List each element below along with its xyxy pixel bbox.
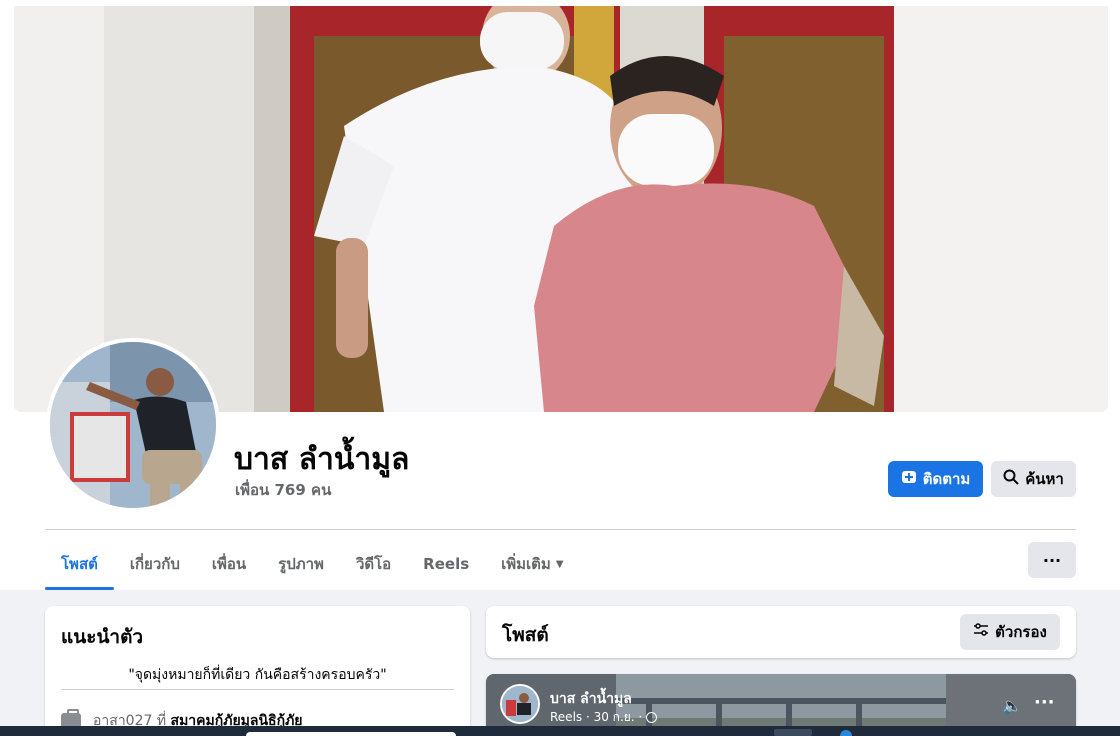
tab-friends-label: เพื่อน [211,555,247,573]
taskbar-app[interactable] [774,729,812,736]
tab-videos[interactable]: วิดีโอ [340,540,407,588]
filter-label: ตัวกรอง [995,623,1047,641]
search-label: ค้นหา [1025,470,1064,488]
tab-posts[interactable]: โพสต์ [45,540,114,590]
filter-button[interactable]: ตัวกรอง [960,614,1060,650]
more-options-button[interactable]: ··· [1028,542,1076,578]
globe-icon [646,712,658,723]
tab-reels[interactable]: Reels [407,540,485,588]
friends-count[interactable]: เพื่อน 769 คน [235,478,331,502]
tab-reels-label: Reels [423,555,470,573]
sliders-icon [973,623,989,641]
tab-posts-label: โพสต์ [61,555,98,573]
profile-avatar[interactable] [46,338,220,512]
posts-title: โพสต์ [502,624,549,646]
speaker-muted-icon[interactable]: 🔈 [1002,696,1022,715]
header-divider [45,529,1076,530]
profile-name: บาส ลำน้ำมูล [234,442,410,477]
reel-more-options-icon[interactable]: ··· [1034,692,1055,713]
tab-videos-label: วิดีโอ [355,555,392,573]
reel-author-name[interactable]: บาส ลำน้ำมูล [550,688,632,710]
reel-meta: Reels · 30 ก.ย. · [550,708,658,727]
reel-author-avatar[interactable] [500,684,540,724]
tab-photos-label: รูปภาพ [278,555,324,573]
intro-divider [61,689,454,690]
follow-plus-icon [901,469,917,489]
intro-card: แนะนำตัว "จุดมุ่งหมายก็ที่เดียว กันคือสร… [45,606,470,736]
magnifier-icon [1003,469,1019,489]
ellipsis-icon: ··· [1042,550,1062,570]
search-button[interactable]: ค้นหา [991,461,1076,497]
follow-button[interactable]: ติดตาม [888,461,983,497]
tab-about[interactable]: เกี่ยวกับ [114,540,196,588]
tab-more[interactable]: เพิ่มเติม ▼ [485,540,579,588]
reel-meta-text: Reels · 30 ก.ย. · [550,710,643,724]
tab-friends[interactable]: เพื่อน [196,540,262,588]
profile-header: บาส ลำน้ำมูล เพื่อน 769 คน ติดตาม ค้นหา … [0,0,1120,590]
tab-photos[interactable]: รูปภาพ [262,540,340,588]
tab-more-label: เพิ่มเติม [501,555,551,573]
profile-tabs: โพสต์ เกี่ยวกับ เพื่อน รูปภาพ วิดีโอ Ree… [45,540,580,590]
os-taskbar [0,726,1120,736]
intro-bio: "จุดมุ่งหมายก็ที่เดียว กันคือสร้างครอบคร… [128,667,387,683]
taskbar-app-icon[interactable] [840,730,852,736]
tab-about-label: เกี่ยวกับ [129,555,180,573]
follow-label: ติดตาม [922,470,971,488]
intro-title: แนะนำตัว [61,626,144,648]
caret-down-icon: ▼ [555,558,564,570]
taskbar-search-box[interactable] [246,732,456,736]
